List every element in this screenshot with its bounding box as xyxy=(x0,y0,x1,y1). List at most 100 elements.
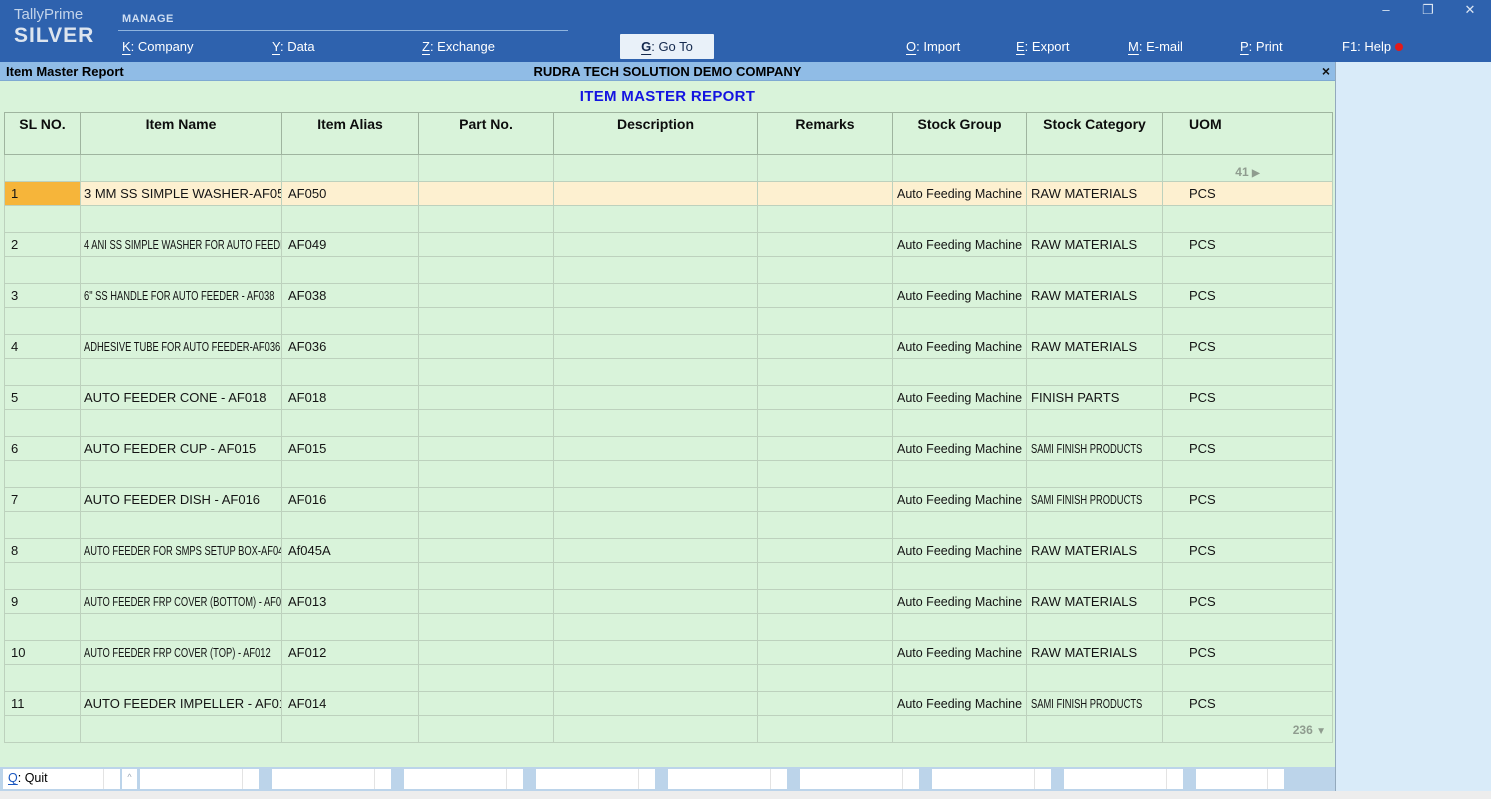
empty-cell xyxy=(1163,563,1333,590)
cell-group-row2: Auto Feeding Machine xyxy=(893,233,1027,257)
spacer-row xyxy=(5,410,1333,437)
empty-cell xyxy=(1163,665,1333,692)
menu-export[interactable]: E: Export xyxy=(1016,39,1069,54)
cell-uom-row1: PCS xyxy=(1163,182,1333,206)
cell-group-row3: Auto Feeding Machine xyxy=(893,284,1027,308)
brand-edition: SILVER xyxy=(14,24,94,47)
empty-cell xyxy=(282,155,419,182)
cell-uom-row9: PCS xyxy=(1163,590,1333,614)
empty-cell xyxy=(758,512,893,539)
menu-import[interactable]: O: Import xyxy=(906,39,960,54)
item-row-6[interactable]: 6AUTO FEEDER CUP - AF015AF015Auto Feedin… xyxy=(5,437,1333,461)
menu-help[interactable]: F1: Help xyxy=(1342,39,1391,54)
empty-cell xyxy=(554,257,758,284)
item-row-2[interactable]: 24 ANI SS SIMPLE WASHER FOR AUTO FEEDER-… xyxy=(5,233,1333,257)
empty-cell xyxy=(419,512,554,539)
empty-cell xyxy=(758,308,893,335)
menu-label: : Exchange xyxy=(430,39,495,54)
cell-sl-row11: 11 xyxy=(5,692,81,716)
menu-key: O xyxy=(906,39,916,54)
empty-cell xyxy=(282,359,419,386)
cell-desc-row9 xyxy=(554,590,758,614)
item-row-9[interactable]: 9AUTO FEEDER FRP COVER (BOTTOM) - AF013A… xyxy=(5,590,1333,614)
menu-data[interactable]: Y: Data xyxy=(272,39,315,54)
column-header-uom: UOM xyxy=(1163,113,1333,155)
item-row-11[interactable]: 11AUTO FEEDER IMPELLER - AF014AF014Auto … xyxy=(5,692,1333,716)
cell-name-row1: 3 MM SS SIMPLE WASHER-AF050 xyxy=(81,182,282,206)
cell-cat-row6: SAMI FINISH PRODUCTS xyxy=(1027,437,1163,461)
cell-desc-row8 xyxy=(554,539,758,563)
item-row-8[interactable]: 8AUTO FEEDER FOR SMPS SETUP BOX-AF045AAf… xyxy=(5,539,1333,563)
empty-cell xyxy=(1163,257,1333,284)
empty-cell xyxy=(758,614,893,641)
empty-function-slot xyxy=(932,769,1051,789)
item-row-1[interactable]: 13 MM SS SIMPLE WASHER-AF050AF050Auto Fe… xyxy=(5,182,1333,206)
report-titlebar: RUDRA TECH SOLUTION DEMO COMPANY Item Ma… xyxy=(0,62,1335,81)
item-row-7[interactable]: 7AUTO FEEDER DISH - AF016AF016Auto Feedi… xyxy=(5,488,1333,512)
restore-icon[interactable]: ❐ xyxy=(1419,2,1437,18)
cell-name-row2: 4 ANI SS SIMPLE WASHER FOR AUTO FEEDER-A… xyxy=(81,233,282,257)
empty-cell xyxy=(282,257,419,284)
cell-part-row9 xyxy=(419,590,554,614)
spacer-row xyxy=(5,359,1333,386)
bottom-button-bar: Q: Quit ^ xyxy=(0,767,1335,791)
goto-button[interactable]: G: Go To xyxy=(620,34,714,59)
empty-cell xyxy=(893,461,1027,488)
menu-email[interactable]: M: E-mail xyxy=(1128,39,1183,54)
close-icon[interactable]: ✕ xyxy=(1461,2,1479,18)
item-row-10[interactable]: 10AUTO FEEDER FRP COVER (TOP) - AF012AF0… xyxy=(5,641,1333,665)
empty-cell xyxy=(81,563,282,590)
cell-desc-row4 xyxy=(554,335,758,359)
cell-name-row9: AUTO FEEDER FRP COVER (BOTTOM) - AF013 xyxy=(81,590,282,614)
item-row-4[interactable]: 4ADHESIVE TUBE FOR AUTO FEEDER-AF036AF03… xyxy=(5,335,1333,359)
cell-cat-row8: RAW MATERIALS xyxy=(1027,539,1163,563)
menu-key: G xyxy=(641,39,651,54)
empty-cell xyxy=(5,614,81,641)
empty-cell xyxy=(893,257,1027,284)
cell-name-row11: AUTO FEEDER IMPELLER - AF014 xyxy=(81,692,282,716)
menu-exchange[interactable]: Z: Exchange xyxy=(422,39,495,54)
quit-label: : xyxy=(18,771,25,785)
menu-key: Z xyxy=(422,39,430,54)
cell-alias-row1: AF050 xyxy=(282,182,419,206)
spacer-row: 41 ▶ xyxy=(5,155,1333,182)
quit-button[interactable]: Q: Quit xyxy=(3,769,120,789)
item-row-5[interactable]: 5AUTO FEEDER CONE - AF018AF018Auto Feedi… xyxy=(5,386,1333,410)
menu-company[interactable]: K: Company xyxy=(122,39,194,54)
empty-cell xyxy=(893,359,1027,386)
empty-function-slot xyxy=(800,769,919,789)
empty-cell xyxy=(758,665,893,692)
empty-cell xyxy=(5,665,81,692)
empty-cell xyxy=(758,410,893,437)
empty-cell xyxy=(5,716,81,743)
cell-uom-row11: PCS xyxy=(1163,692,1333,716)
cell-alias-row3: AF038 xyxy=(282,284,419,308)
minimize-icon[interactable]: – xyxy=(1377,2,1395,18)
cell-group-row5: Auto Feeding Machine xyxy=(893,386,1027,410)
cell-alias-row2: AF049 xyxy=(282,233,419,257)
empty-cell xyxy=(893,308,1027,335)
column-header-remarks: Remarks xyxy=(758,113,893,155)
report-close-icon[interactable]: × xyxy=(1322,63,1330,79)
empty-cell xyxy=(5,155,81,182)
expand-toggle[interactable]: ^ xyxy=(122,769,137,789)
empty-cell xyxy=(1163,614,1333,641)
empty-cell xyxy=(758,563,893,590)
cell-remarks-row7 xyxy=(758,488,893,512)
report-body: ITEM MASTER REPORT SL NO.Item NameItem A… xyxy=(0,81,1335,767)
empty-cell xyxy=(81,359,282,386)
empty-cell xyxy=(5,206,81,233)
cell-desc-row10 xyxy=(554,641,758,665)
menu-print[interactable]: P: Print xyxy=(1240,39,1283,54)
cell-sl-row6: 6 xyxy=(5,437,81,461)
empty-cell xyxy=(1027,206,1163,233)
cell-sl-row8: 8 xyxy=(5,539,81,563)
empty-cell xyxy=(282,665,419,692)
cell-desc-row5 xyxy=(554,386,758,410)
brand-name: TallyPrime xyxy=(14,7,94,24)
cell-remarks-row8 xyxy=(758,539,893,563)
spacer-row xyxy=(5,461,1333,488)
cell-desc-row6 xyxy=(554,437,758,461)
bottom-strip xyxy=(0,791,1491,799)
item-row-3[interactable]: 36" SS HANDLE FOR AUTO FEEDER - AF038AF0… xyxy=(5,284,1333,308)
